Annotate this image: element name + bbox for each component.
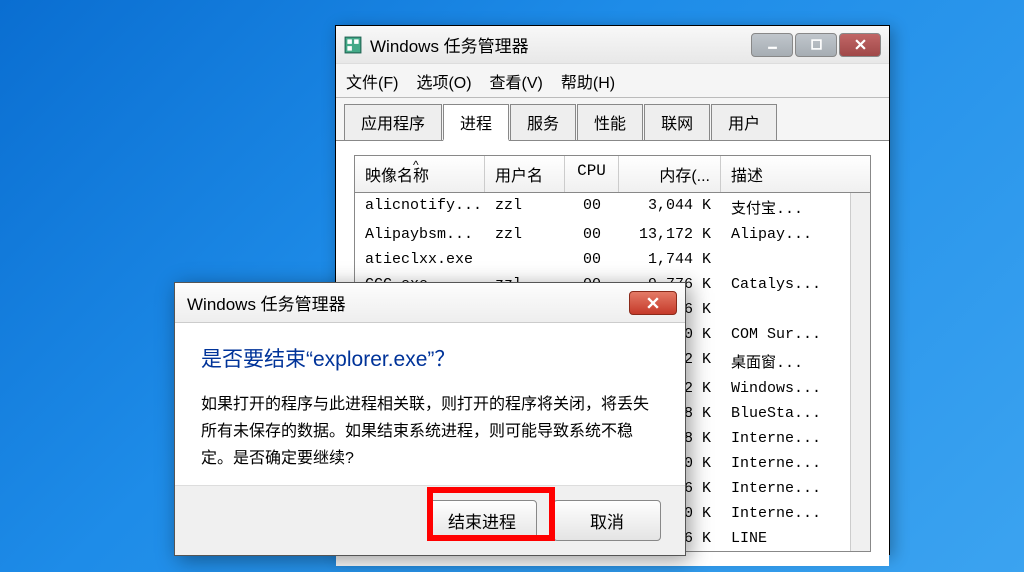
- dialog-message: 如果打开的程序与此进程相关联，则打开的程序将关闭，将丢失所有未保存的数据。如果结…: [201, 391, 659, 473]
- menu-file[interactable]: 文件(F): [346, 69, 398, 93]
- cell-cpu: 00: [565, 224, 619, 245]
- cell-mem: 13,172 K: [619, 224, 721, 245]
- minimize-button[interactable]: [751, 33, 793, 57]
- cell-desc: BlueSta...: [721, 403, 850, 424]
- cell-desc: Interne...: [721, 453, 850, 474]
- col-header-description[interactable]: 描述: [721, 156, 870, 192]
- cell-mem: 1,744 K: [619, 249, 721, 270]
- window-controls: [749, 33, 881, 57]
- cell-name: Alipaybsm...: [355, 224, 485, 245]
- app-icon: [344, 36, 362, 54]
- table-header: 映像名称 ^ 用户名 CPU 内存(... 描述: [355, 156, 870, 193]
- cell-desc: LINE: [721, 528, 850, 549]
- close-icon: [647, 297, 659, 309]
- cell-desc: Interne...: [721, 478, 850, 499]
- cell-name: alicnotify...: [355, 195, 485, 220]
- vertical-scrollbar[interactable]: [850, 193, 870, 551]
- tab-processes[interactable]: 进程: [443, 104, 509, 141]
- confirm-dialog: Windows 任务管理器 是否要结束“explorer.exe”？ 如果打开的…: [174, 282, 686, 556]
- dialog-title: Windows 任务管理器: [187, 290, 629, 315]
- cell-desc: 支付宝...: [721, 195, 850, 220]
- tab-services[interactable]: 服务: [510, 104, 576, 140]
- cell-desc: Interne...: [721, 503, 850, 524]
- col-header-memory[interactable]: 内存(...: [619, 156, 721, 192]
- cell-desc: Catalys...: [721, 274, 850, 295]
- cell-desc: 桌面窗...: [721, 349, 850, 374]
- menubar: 文件(F) 选项(O) 查看(V) 帮助(H): [336, 64, 889, 98]
- cell-cpu: 00: [565, 249, 619, 270]
- col-header-name[interactable]: 映像名称 ^: [355, 156, 485, 192]
- menu-help[interactable]: 帮助(H): [561, 69, 615, 93]
- cell-desc: Windows...: [721, 378, 850, 399]
- cell-user: zzl: [485, 195, 565, 220]
- maximize-button[interactable]: [795, 33, 837, 57]
- cell-user: [485, 249, 565, 270]
- cell-cpu: 00: [565, 195, 619, 220]
- titlebar[interactable]: Windows 任务管理器: [336, 26, 889, 64]
- dialog-close-button[interactable]: [629, 291, 677, 315]
- dialog-titlebar[interactable]: Windows 任务管理器: [175, 283, 685, 323]
- window-title: Windows 任务管理器: [370, 32, 749, 57]
- col-header-name-label: 映像名称: [365, 168, 429, 185]
- table-row[interactable]: Alipaybsm...zzl0013,172 KAlipay...: [355, 222, 850, 247]
- cell-mem: 3,044 K: [619, 195, 721, 220]
- menu-view[interactable]: 查看(V): [490, 69, 543, 93]
- tab-users[interactable]: 用户: [711, 104, 777, 140]
- dialog-heading: 是否要结束“explorer.exe”？: [201, 343, 659, 373]
- tab-applications[interactable]: 应用程序: [344, 104, 442, 140]
- tabstrip: 应用程序 进程 服务 性能 联网 用户: [336, 98, 889, 141]
- cell-desc: Alipay...: [721, 224, 850, 245]
- col-header-user[interactable]: 用户名: [485, 156, 565, 192]
- dialog-body: 是否要结束“explorer.exe”？ 如果打开的程序与此进程相关联，则打开的…: [175, 323, 685, 485]
- cell-name: atieclxx.exe: [355, 249, 485, 270]
- close-button[interactable]: [839, 33, 881, 57]
- cell-user: zzl: [485, 224, 565, 245]
- table-row[interactable]: atieclxx.exe 001,744 K: [355, 247, 850, 272]
- col-header-cpu[interactable]: CPU: [565, 156, 619, 192]
- tab-networking[interactable]: 联网: [644, 104, 710, 140]
- tab-performance[interactable]: 性能: [577, 104, 643, 140]
- table-row[interactable]: alicnotify...zzl003,044 K支付宝...: [355, 193, 850, 222]
- cell-desc: [721, 249, 850, 270]
- menu-options[interactable]: 选项(O): [416, 69, 471, 93]
- dialog-footer: 结束进程 取消: [175, 485, 685, 555]
- cell-desc: Interne...: [721, 428, 850, 449]
- cell-desc: [721, 299, 850, 320]
- cell-desc: COM Sur...: [721, 324, 850, 345]
- sort-indicator-icon: ^: [413, 158, 419, 172]
- end-process-button[interactable]: 结束进程: [427, 500, 537, 541]
- cancel-button[interactable]: 取消: [553, 500, 661, 541]
